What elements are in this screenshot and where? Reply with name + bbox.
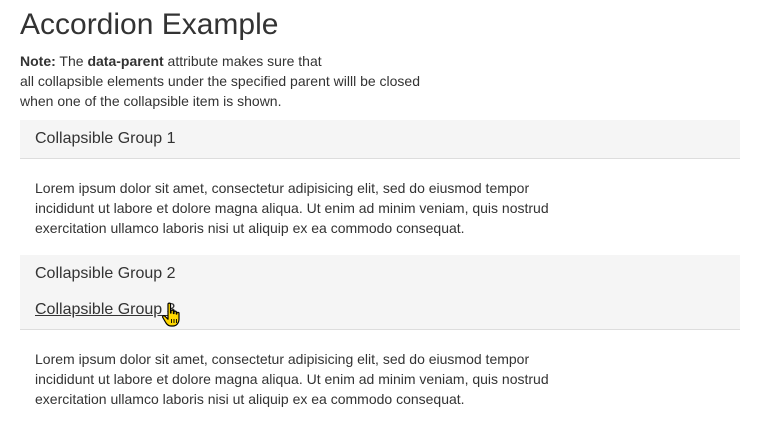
panel-body-line: exercitation ullamco laboris nisi ut ali… (35, 391, 465, 407)
panel-heading-group-2-3: Collapsible Group 2 Collapsible Group 3 (20, 255, 740, 330)
panel-body-group-1: Lorem ipsum dolor sit amet, consectetur … (20, 159, 590, 255)
panel-body-line: Lorem ipsum dolor sit amet, consectetur … (35, 351, 530, 367)
panel-heading-group-1[interactable]: Collapsible Group 1 (20, 120, 740, 159)
accordion: Collapsible Group 1 Lorem ipsum dolor si… (20, 120, 740, 426)
panel-title-group-1[interactable]: Collapsible Group 1 (35, 120, 725, 158)
panel-title-group-2[interactable]: Collapsible Group 2 (35, 255, 725, 283)
note-text-1: The (55, 53, 88, 69)
page-title: Accordion Example (20, 8, 279, 41)
note-text-2: attribute makes sure that (163, 53, 322, 69)
note-label: Note: (20, 53, 56, 69)
hand-pointer-icon (162, 302, 180, 327)
page-container: Accordion Example Note: The data-parent … (20, 0, 740, 426)
panel-body-line: incididunt ut labore et dolore magna ali… (35, 371, 549, 387)
note-paragraph: Note: The data-parent attribute makes su… (20, 51, 740, 111)
panel-body-line: exercitation ullamco laboris nisi ut ali… (35, 220, 465, 236)
panel-body-line: Lorem ipsum dolor sit amet, consectetur … (35, 180, 530, 196)
note-line-3: when one of the collapsible item is show… (20, 93, 282, 109)
panel-body-line: incididunt ut labore et dolore magna ali… (35, 200, 549, 216)
panel-title-group-3[interactable]: Collapsible Group 3 (35, 283, 176, 329)
panel-body-group-3: Lorem ipsum dolor sit amet, consectetur … (20, 330, 590, 426)
note-line-2: all collapsible elements under the speci… (20, 73, 421, 89)
note-attribute: data-parent (87, 53, 164, 69)
